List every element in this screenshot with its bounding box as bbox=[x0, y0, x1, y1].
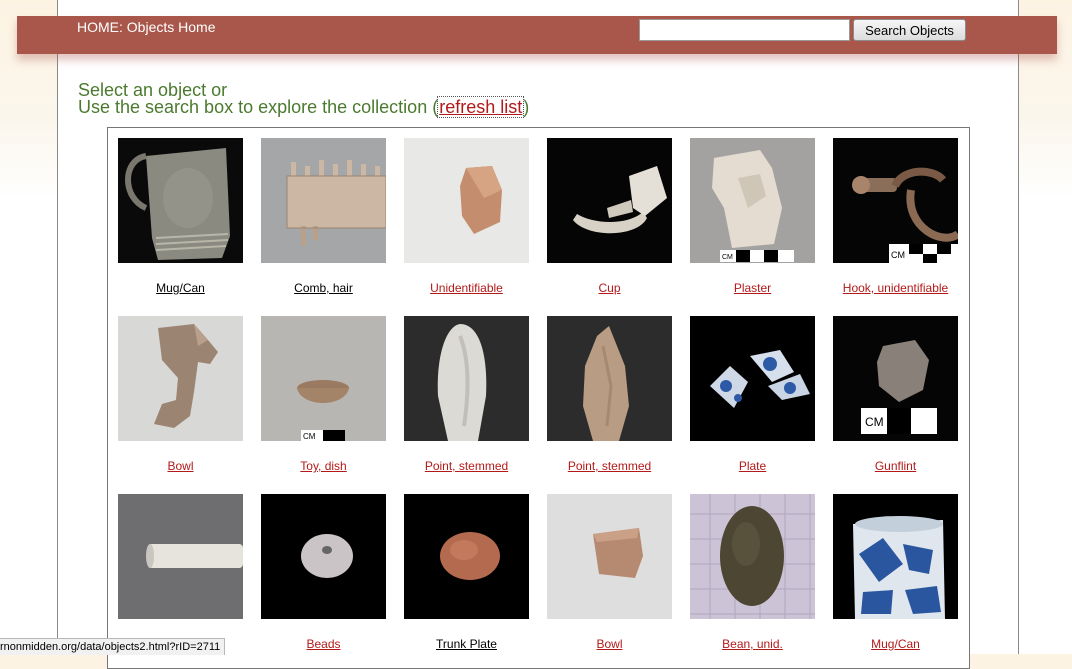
object-label[interactable]: Mug/Can bbox=[813, 637, 978, 651]
intro-line-2-prefix: Use the search box to explore the collec… bbox=[78, 97, 439, 117]
intro-line-2-suffix: ) bbox=[523, 97, 530, 117]
intro-line-2: Use the search box to explore the collec… bbox=[78, 96, 530, 118]
search-input[interactable] bbox=[639, 19, 850, 41]
clay-pipe-stem-photo[interactable] bbox=[118, 494, 243, 619]
blue-plate-sherds-photo[interactable] bbox=[690, 316, 815, 441]
object-label[interactable]: Toy, dish bbox=[241, 459, 406, 473]
search-objects-button[interactable]: Search Objects bbox=[853, 19, 966, 41]
status-bar-url: rnonmidden.org/data/objects2.html?rID=27… bbox=[0, 638, 226, 655]
object-grid: Mug/Can Comb, hair Unidentifiable Cup CM… bbox=[107, 127, 970, 669]
refresh-list-link[interactable]: refresh list bbox=[437, 96, 525, 118]
object-label[interactable]: Plaster bbox=[670, 281, 835, 295]
cm-scale-label: CM bbox=[722, 254, 733, 261]
gunflint-photo[interactable]: CM bbox=[833, 316, 958, 441]
object-label[interactable]: Point, stemmed bbox=[527, 459, 692, 473]
object-label[interactable]: Beads bbox=[241, 637, 406, 651]
bowl-sherd-photo[interactable] bbox=[547, 494, 672, 619]
object-label[interactable]: Unidentifiable bbox=[384, 281, 549, 295]
object-label[interactable]: Gunflint bbox=[813, 459, 978, 473]
bowl-fragment-photo[interactable] bbox=[118, 316, 243, 441]
metal-hook-photo[interactable]: CM bbox=[833, 138, 958, 263]
bead-photo[interactable] bbox=[261, 494, 386, 619]
object-label[interactable]: Trunk Plate bbox=[384, 637, 549, 651]
object-label[interactable]: Cup bbox=[527, 281, 692, 295]
stoneware-mug-photo[interactable] bbox=[118, 138, 243, 263]
object-label[interactable]: Bean, unid. bbox=[670, 637, 835, 651]
bean-photo[interactable] bbox=[690, 494, 815, 619]
object-label[interactable]: Point, stemmed bbox=[384, 459, 549, 473]
home-link[interactable]: HOME: Objects Home bbox=[77, 19, 215, 35]
cm-scale-label: CM bbox=[891, 250, 905, 260]
object-label[interactable]: Bowl bbox=[527, 637, 692, 651]
object-label[interactable]: Bowl bbox=[98, 459, 263, 473]
object-label[interactable]: Comb, hair bbox=[241, 281, 406, 295]
header-bar: HOME: Objects Home Search Objects bbox=[17, 16, 1057, 54]
stone-point-photo[interactable] bbox=[547, 316, 672, 441]
intro-text: Select an object or Use the search box t… bbox=[78, 81, 530, 118]
porcelain-cup-photo[interactable] bbox=[547, 138, 672, 263]
ceramic-sherd-photo[interactable] bbox=[404, 138, 529, 263]
blue-white-mug-photo[interactable] bbox=[833, 494, 958, 619]
cm-scale-label: CM bbox=[865, 415, 884, 429]
quartz-point-photo[interactable] bbox=[404, 316, 529, 441]
copper-plate-photo[interactable] bbox=[404, 494, 529, 619]
bone-comb-photo[interactable] bbox=[261, 138, 386, 263]
plaster-fragment-photo[interactable]: CM bbox=[690, 138, 815, 263]
cm-scale-label: CM bbox=[303, 432, 316, 441]
object-label[interactable]: Mug/Can bbox=[98, 281, 263, 295]
object-label[interactable]: Hook, unidentifiable bbox=[813, 281, 978, 295]
object-label[interactable]: Plate bbox=[670, 459, 835, 473]
toy-dish-photo[interactable]: CM bbox=[261, 316, 386, 441]
